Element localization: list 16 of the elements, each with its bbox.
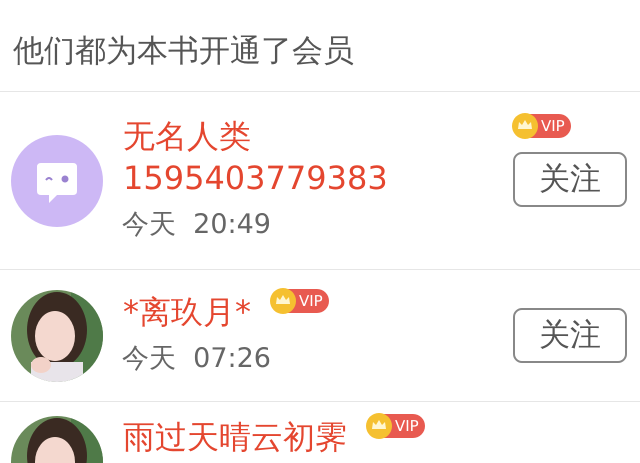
- follow-button[interactable]: 关注: [513, 152, 627, 207]
- chat-bubble-avatar-icon: [11, 134, 103, 226]
- join-time: 今天 20:49: [122, 208, 272, 242]
- member-name: 1595403779383: [123, 158, 388, 200]
- vip-badge: VIP: [367, 414, 425, 438]
- member-name: 雨过天晴云初霁: [123, 417, 347, 458]
- crown-icon: [512, 113, 538, 139]
- vip-badge: VIP: [513, 114, 571, 138]
- member-name: *离玖月*: [123, 292, 251, 334]
- vip-badge: VIP: [271, 289, 329, 314]
- join-time: 今天 07:26: [122, 342, 272, 376]
- section-title: 他们都为本书开通了会员: [13, 32, 354, 72]
- follow-button[interactable]: 关注: [513, 308, 627, 363]
- crown-icon: [270, 288, 296, 314]
- crown-icon: [366, 413, 392, 439]
- member-name: 无名人类: [123, 116, 251, 158]
